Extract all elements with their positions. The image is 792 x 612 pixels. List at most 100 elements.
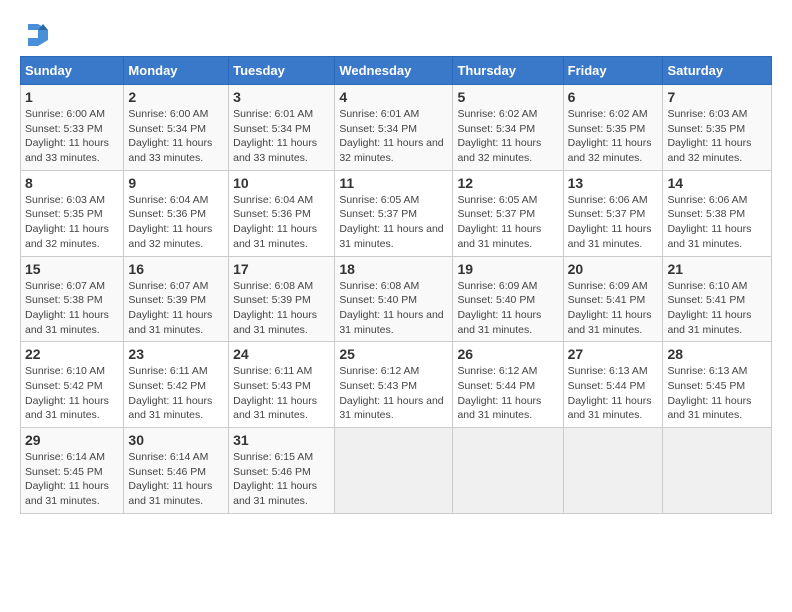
calendar-cell: 4 Sunrise: 6:01 AMSunset: 5:34 PMDaylight… (335, 85, 453, 171)
calendar-cell: 12 Sunrise: 6:05 AMSunset: 5:37 PMDayligh… (453, 170, 563, 256)
day-number: 2 (128, 89, 224, 105)
week-row-2: 8 Sunrise: 6:03 AMSunset: 5:35 PMDaylight… (21, 170, 772, 256)
calendar-cell: 25 Sunrise: 6:12 AMSunset: 5:43 PMDayligh… (335, 342, 453, 428)
calendar-cell: 3Sunrise: 6:01 AMSunset: 5:34 PMDaylight… (229, 85, 335, 171)
week-row-5: 29 Sunrise: 6:14 AMSunset: 5:45 PMDayligh… (21, 428, 772, 514)
calendar-cell: 15Sunrise: 6:07 AMSunset: 5:38 PMDayligh… (21, 256, 124, 342)
week-row-1: 1Sunrise: 6:00 AMSunset: 5:33 PMDaylight… (21, 85, 772, 171)
day-info: Sunrise: 6:03 AMSunset: 5:35 PMDaylight:… (667, 108, 751, 164)
day-number: 10 (233, 175, 330, 191)
day-info: Sunrise: 6:09 AMSunset: 5:40 PMDaylight:… (457, 280, 541, 336)
day-number: 16 (128, 261, 224, 277)
day-info: Sunrise: 6:11 AMSunset: 5:42 PMDaylight:… (128, 365, 212, 421)
week-row-3: 15Sunrise: 6:07 AMSunset: 5:38 PMDayligh… (21, 256, 772, 342)
day-number: 30 (128, 432, 224, 448)
calendar-cell: 6Sunrise: 6:02 AMSunset: 5:35 PMDaylight… (563, 85, 663, 171)
day-number: 29 (25, 432, 119, 448)
day-info: Sunrise: 6:11 AMSunset: 5:43 PMDaylight:… (233, 365, 317, 421)
col-header-monday: Monday (124, 57, 229, 85)
day-info: Sunrise: 6:08 AMSunset: 5:40 PMDaylight:… (339, 280, 443, 336)
day-info: Sunrise: 6:05 AMSunset: 5:37 PMDaylight:… (457, 194, 541, 250)
calendar-cell: 27 Sunrise: 6:13 AMSunset: 5:44 PMDayligh… (563, 342, 663, 428)
calendar-cell: 28 Sunrise: 6:13 AMSunset: 5:45 PMDayligh… (663, 342, 772, 428)
day-number: 27 (568, 346, 659, 362)
calendar-cell: 22 Sunrise: 6:10 AMSunset: 5:42 PMDayligh… (21, 342, 124, 428)
day-number: 28 (667, 346, 767, 362)
day-info: Sunrise: 6:13 AMSunset: 5:45 PMDaylight:… (667, 365, 751, 421)
logo-icon (20, 20, 48, 48)
calendar-cell: 1Sunrise: 6:00 AMSunset: 5:33 PMDaylight… (21, 85, 124, 171)
day-info: Sunrise: 6:10 AMSunset: 5:42 PMDaylight:… (25, 365, 109, 421)
col-header-sunday: Sunday (21, 57, 124, 85)
day-info: Sunrise: 6:04 AMSunset: 5:36 PMDaylight:… (128, 194, 212, 250)
col-header-saturday: Saturday (663, 57, 772, 85)
day-info: Sunrise: 6:03 AMSunset: 5:35 PMDaylight:… (25, 194, 109, 250)
day-number: 19 (457, 261, 558, 277)
day-number: 4 (339, 89, 448, 105)
day-info: Sunrise: 6:14 AMSunset: 5:46 PMDaylight:… (128, 451, 212, 507)
col-header-thursday: Thursday (453, 57, 563, 85)
calendar-cell: 18 Sunrise: 6:08 AMSunset: 5:40 PMDayligh… (335, 256, 453, 342)
calendar-cell: 11Sunrise: 6:05 AMSunset: 5:37 PMDayligh… (335, 170, 453, 256)
day-number: 12 (457, 175, 558, 191)
calendar-cell: 21Sunrise: 6:10 AMSunset: 5:41 PMDayligh… (663, 256, 772, 342)
header (20, 20, 772, 48)
day-number: 26 (457, 346, 558, 362)
day-info: Sunrise: 6:00 AMSunset: 5:34 PMDaylight:… (128, 108, 212, 164)
day-info: Sunrise: 6:10 AMSunset: 5:41 PMDaylight:… (667, 280, 751, 336)
calendar-cell (453, 428, 563, 514)
day-number: 5 (457, 89, 558, 105)
calendar-cell: 29 Sunrise: 6:14 AMSunset: 5:45 PMDayligh… (21, 428, 124, 514)
day-info: Sunrise: 6:14 AMSunset: 5:45 PMDaylight:… (25, 451, 109, 507)
week-row-4: 22 Sunrise: 6:10 AMSunset: 5:42 PMDayligh… (21, 342, 772, 428)
day-info: Sunrise: 6:00 AMSunset: 5:33 PMDaylight:… (25, 108, 109, 164)
logo (20, 20, 52, 48)
day-info: Sunrise: 6:09 AMSunset: 5:41 PMDaylight:… (568, 280, 652, 336)
day-number: 6 (568, 89, 659, 105)
day-info: Sunrise: 6:08 AMSunset: 5:39 PMDaylight:… (233, 280, 317, 336)
calendar-cell: 31Sunrise: 6:15 AMSunset: 5:46 PMDayligh… (229, 428, 335, 514)
calendar-cell: 7 Sunrise: 6:03 AMSunset: 5:35 PMDaylight… (663, 85, 772, 171)
calendar-cell: 17 Sunrise: 6:08 AMSunset: 5:39 PMDayligh… (229, 256, 335, 342)
calendar-cell: 20Sunrise: 6:09 AMSunset: 5:41 PMDayligh… (563, 256, 663, 342)
calendar-cell: 16 Sunrise: 6:07 AMSunset: 5:39 PMDayligh… (124, 256, 229, 342)
calendar-table: SundayMondayTuesdayWednesdayThursdayFrid… (20, 56, 772, 514)
day-number: 18 (339, 261, 448, 277)
calendar-cell: 24 Sunrise: 6:11 AMSunset: 5:43 PMDayligh… (229, 342, 335, 428)
header-row: SundayMondayTuesdayWednesdayThursdayFrid… (21, 57, 772, 85)
day-info: Sunrise: 6:06 AMSunset: 5:37 PMDaylight:… (568, 194, 652, 250)
day-number: 25 (339, 346, 448, 362)
col-header-wednesday: Wednesday (335, 57, 453, 85)
day-info: Sunrise: 6:15 AMSunset: 5:46 PMDaylight:… (233, 451, 317, 507)
calendar-cell: 10 Sunrise: 6:04 AMSunset: 5:36 PMDayligh… (229, 170, 335, 256)
calendar-cell: 8 Sunrise: 6:03 AMSunset: 5:35 PMDaylight… (21, 170, 124, 256)
day-number: 3 (233, 89, 330, 105)
day-info: Sunrise: 6:04 AMSunset: 5:36 PMDaylight:… (233, 194, 317, 250)
calendar-cell: 13 Sunrise: 6:06 AMSunset: 5:37 PMDayligh… (563, 170, 663, 256)
calendar-cell: 30 Sunrise: 6:14 AMSunset: 5:46 PMDayligh… (124, 428, 229, 514)
day-number: 13 (568, 175, 659, 191)
calendar-cell: 19 Sunrise: 6:09 AMSunset: 5:40 PMDayligh… (453, 256, 563, 342)
calendar-cell: 9 Sunrise: 6:04 AMSunset: 5:36 PMDaylight… (124, 170, 229, 256)
day-info: Sunrise: 6:07 AMSunset: 5:39 PMDaylight:… (128, 280, 212, 336)
day-info: Sunrise: 6:12 AMSunset: 5:44 PMDaylight:… (457, 365, 541, 421)
day-number: 24 (233, 346, 330, 362)
day-info: Sunrise: 6:12 AMSunset: 5:43 PMDaylight:… (339, 365, 443, 421)
col-header-friday: Friday (563, 57, 663, 85)
calendar-cell: 2 Sunrise: 6:00 AMSunset: 5:34 PMDaylight… (124, 85, 229, 171)
calendar-cell: 26 Sunrise: 6:12 AMSunset: 5:44 PMDayligh… (453, 342, 563, 428)
day-number: 22 (25, 346, 119, 362)
day-number: 9 (128, 175, 224, 191)
day-number: 14 (667, 175, 767, 191)
day-info: Sunrise: 6:07 AMSunset: 5:38 PMDaylight:… (25, 280, 109, 336)
day-info: Sunrise: 6:13 AMSunset: 5:44 PMDaylight:… (568, 365, 652, 421)
calendar-cell: 5 Sunrise: 6:02 AMSunset: 5:34 PMDaylight… (453, 85, 563, 171)
day-number: 17 (233, 261, 330, 277)
calendar-cell: 14Sunrise: 6:06 AMSunset: 5:38 PMDayligh… (663, 170, 772, 256)
day-info: Sunrise: 6:02 AMSunset: 5:34 PMDaylight:… (457, 108, 541, 164)
day-number: 8 (25, 175, 119, 191)
day-info: Sunrise: 6:01 AMSunset: 5:34 PMDaylight:… (339, 108, 443, 164)
calendar-cell (335, 428, 453, 514)
calendar-cell (663, 428, 772, 514)
day-number: 7 (667, 89, 767, 105)
